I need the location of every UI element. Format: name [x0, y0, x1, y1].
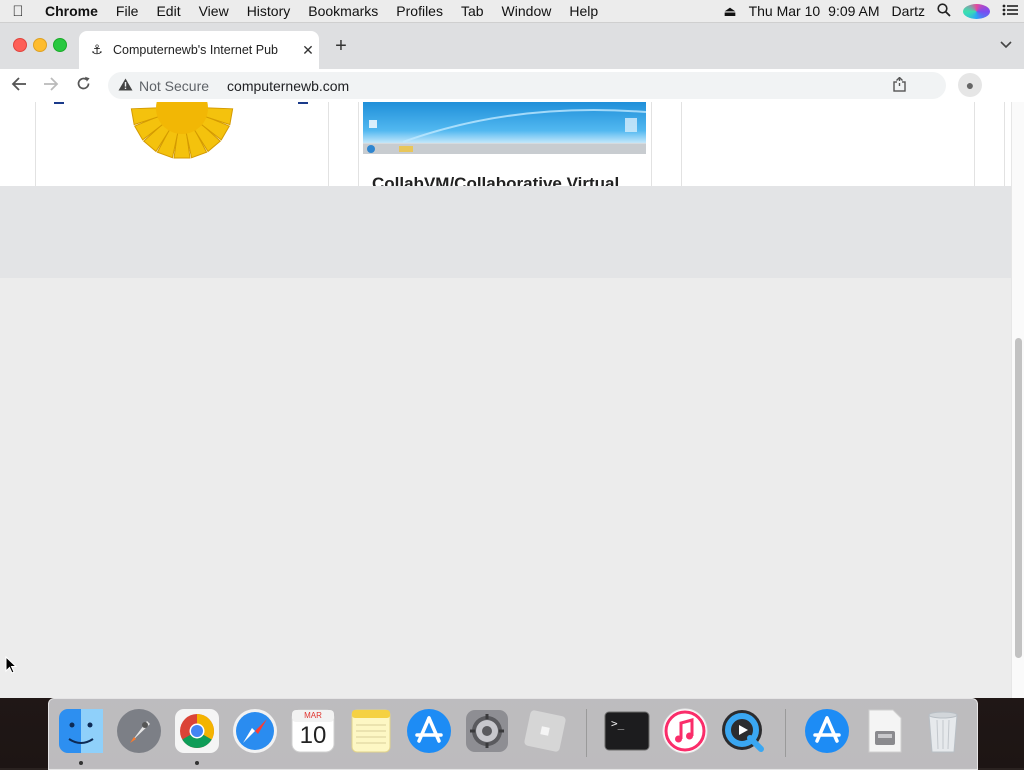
- apple-icon[interactable]: : [0, 3, 36, 20]
- chrome-window: ⚓ Computernewb's Internet Pub ✕ + Not Se…: [0, 23, 1024, 698]
- calendar-icon[interactable]: MAR 10: [289, 707, 337, 755]
- new-tab-button[interactable]: +: [330, 35, 352, 57]
- footer-band: [0, 186, 1012, 278]
- window-minimize-button[interactable]: [33, 38, 47, 52]
- scrollbar-thumb[interactable]: [1015, 338, 1022, 658]
- dock-separator: [586, 709, 587, 757]
- trash-icon[interactable]: [919, 707, 967, 755]
- mouse-pointer-icon: [5, 655, 18, 679]
- tab-computernewb[interactable]: ⚓ Computernewb's Internet Pub ✕: [79, 31, 319, 69]
- back-arrow-icon[interactable]: [6, 73, 32, 99]
- safari-icon[interactable]: [231, 707, 279, 755]
- card-empty-3: [681, 102, 975, 186]
- menu-history[interactable]: History: [238, 0, 300, 22]
- menu-tab[interactable]: Tab: [452, 0, 493, 22]
- menu-bookmarks[interactable]: Bookmarks: [299, 0, 387, 22]
- menu-window[interactable]: Window: [493, 0, 561, 22]
- menubar-user[interactable]: Dartz: [886, 3, 931, 19]
- url-text[interactable]: computernewb.com: [227, 78, 349, 94]
- launchpad-icon[interactable]: [115, 707, 163, 755]
- siri-icon[interactable]: [957, 3, 996, 20]
- menu-edit[interactable]: Edit: [147, 0, 189, 22]
- roblox-icon[interactable]: [521, 707, 569, 755]
- tab-strip: ⚓ Computernewb's Internet Pub ✕ +: [0, 23, 1024, 69]
- system-preferences-gear-icon[interactable]: [463, 707, 511, 755]
- sunflower-logo-image: [52, 102, 312, 170]
- page-viewport: CollabVM/Collaborative Virtual: [0, 102, 1012, 698]
- menubar-date[interactable]: Thu Mar 10: [743, 3, 823, 19]
- spotlight-search-icon[interactable]: [931, 2, 957, 20]
- menu-view[interactable]: View: [190, 0, 238, 22]
- menubar-status-area: ⏏ Thu Mar 10 9:09 AM Dartz: [717, 3, 1024, 20]
- profile-avatar-icon[interactable]: ●: [958, 73, 982, 97]
- app-store-icon[interactable]: [405, 707, 453, 755]
- app-store-downloads-icon[interactable]: [803, 707, 851, 755]
- windows7-desktop-thumbnail: [363, 102, 646, 154]
- window-zoom-button[interactable]: [53, 38, 67, 52]
- itunes-music-icon[interactable]: [661, 707, 709, 755]
- address-bar[interactable]: Not Secure computernewb.com: [108, 72, 946, 99]
- notes-icon[interactable]: [347, 707, 395, 755]
- site-favicon-icon: ⚓: [91, 42, 103, 57]
- tab-title: Computernewb's Internet Pub: [113, 43, 278, 57]
- card-collabvm[interactable]: CollabVM/Collaborative Virtual: [358, 102, 652, 186]
- warning-triangle-icon[interactable]: [118, 78, 133, 94]
- installer-document-icon[interactable]: [861, 707, 909, 755]
- not-secure-label[interactable]: Not Secure: [139, 78, 209, 94]
- menu-help[interactable]: Help: [560, 0, 607, 22]
- eject-icon[interactable]: ⏏: [717, 3, 742, 20]
- card-title-collabvm[interactable]: CollabVM/Collaborative Virtual: [372, 174, 619, 186]
- vertical-scrollbar[interactable]: [1011, 102, 1024, 698]
- calendar-month: MAR: [304, 711, 322, 720]
- quicktime-icon[interactable]: [719, 707, 767, 755]
- menubar-time[interactable]: 9:09 AM: [822, 3, 885, 19]
- macos-menu-bar:  Chrome File Edit View History Bookmark…: [0, 0, 1024, 23]
- reload-icon[interactable]: [70, 73, 96, 99]
- menu-file[interactable]: File: [107, 0, 148, 22]
- terminal-prompt: >_: [611, 717, 625, 730]
- forward-arrow-icon[interactable]: [38, 73, 64, 99]
- terminal-icon[interactable]: >_: [603, 707, 651, 755]
- tab-search-chevron-down-icon[interactable]: [1000, 37, 1012, 52]
- share-icon[interactable]: [893, 76, 906, 95]
- finder-running-indicator: [79, 761, 83, 765]
- chrome-icon[interactable]: [173, 707, 221, 765]
- card-computernewb-logo[interactable]: [35, 102, 329, 186]
- chrome-running-indicator: [195, 761, 199, 765]
- browser-toolbar: Not Secure computernewb.com ●: [0, 69, 1024, 103]
- tab-close-icon[interactable]: ✕: [297, 42, 319, 59]
- dock-separator-2: [785, 709, 786, 757]
- control-center-icon[interactable]: [996, 3, 1024, 19]
- menu-profiles[interactable]: Profiles: [387, 0, 452, 22]
- card-row: CollabVM/Collaborative Virtual: [0, 102, 1012, 186]
- finder-icon[interactable]: [57, 707, 105, 765]
- menu-app-name[interactable]: Chrome: [36, 0, 107, 22]
- macos-dock: MAR 10 >_: [48, 698, 978, 770]
- window-close-button[interactable]: [13, 38, 27, 52]
- calendar-day: 10: [299, 722, 327, 749]
